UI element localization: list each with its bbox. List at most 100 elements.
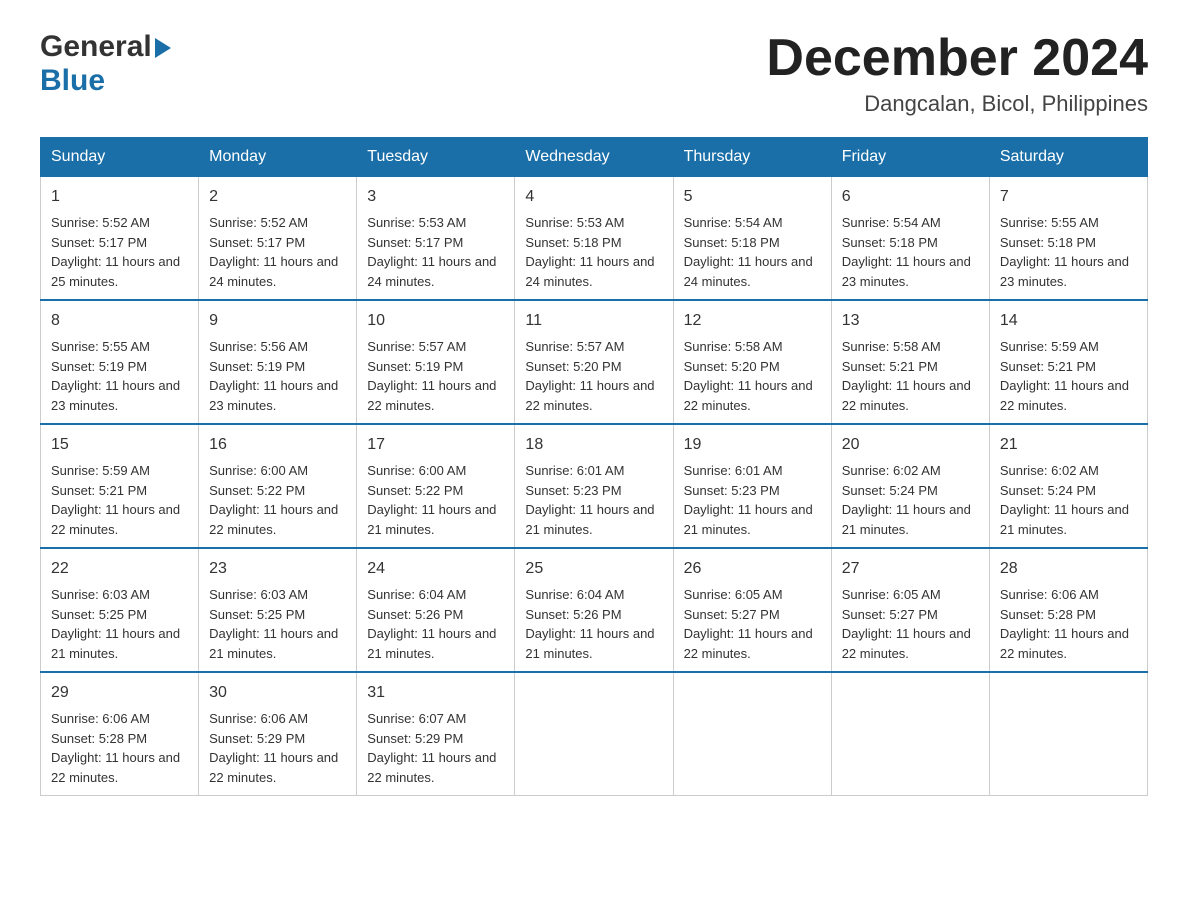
calendar-cell: 14Sunrise: 5:59 AMSunset: 5:21 PMDayligh…	[989, 300, 1147, 424]
calendar-cell: 30Sunrise: 6:06 AMSunset: 5:29 PMDayligh…	[199, 672, 357, 796]
daylight-label: Daylight: 11 hours and 23 minutes.	[51, 378, 180, 413]
daylight-label: Daylight: 11 hours and 21 minutes.	[51, 626, 180, 661]
daylight-label: Daylight: 11 hours and 22 minutes.	[367, 378, 496, 413]
calendar-table: SundayMondayTuesdayWednesdayThursdayFrid…	[40, 137, 1148, 796]
daylight-label: Daylight: 11 hours and 21 minutes.	[1000, 502, 1129, 537]
sunrise-label: Sunrise: 6:02 AM	[1000, 463, 1099, 478]
sunset-label: Sunset: 5:22 PM	[209, 483, 305, 498]
daylight-label: Daylight: 11 hours and 22 minutes.	[842, 626, 971, 661]
calendar-cell: 22Sunrise: 6:03 AMSunset: 5:25 PMDayligh…	[41, 548, 199, 672]
daylight-label: Daylight: 11 hours and 25 minutes.	[51, 254, 180, 289]
daylight-label: Daylight: 11 hours and 22 minutes.	[684, 378, 813, 413]
daylight-label: Daylight: 11 hours and 21 minutes.	[525, 502, 654, 537]
day-header-wednesday: Wednesday	[515, 138, 673, 177]
daylight-label: Daylight: 11 hours and 22 minutes.	[51, 502, 180, 537]
sunset-label: Sunset: 5:29 PM	[209, 731, 305, 746]
sunset-label: Sunset: 5:18 PM	[1000, 235, 1096, 250]
day-number: 24	[367, 557, 504, 581]
calendar-cell: 8 Sunrise: 5:55 AM Sunset: 5:19 PM Daylight…	[41, 300, 199, 424]
sunset-label: Sunset: 5:23 PM	[684, 483, 780, 498]
day-number: 19	[684, 433, 821, 457]
sunset-label: Sunset: 5:19 PM	[51, 359, 147, 374]
sunset-label: Sunset: 5:28 PM	[51, 731, 147, 746]
page-header: General Blue December 2024 Dangcalan, Bi…	[40, 30, 1148, 117]
sunrise-label: Sunrise: 6:06 AM	[1000, 587, 1099, 602]
sunset-label: Sunset: 5:25 PM	[209, 607, 305, 622]
day-number: 21	[1000, 433, 1137, 457]
title-block: December 2024 Dangcalan, Bicol, Philippi…	[766, 30, 1148, 117]
sunrise-label: Sunrise: 6:05 AM	[684, 587, 783, 602]
sunrise-label: Sunrise: 6:04 AM	[525, 587, 624, 602]
day-number: 28	[1000, 557, 1137, 581]
sunrise-label: Sunrise: 6:07 AM	[367, 711, 466, 726]
sunrise-label: Sunrise: 6:05 AM	[842, 587, 941, 602]
sunset-label: Sunset: 5:29 PM	[367, 731, 463, 746]
calendar-cell: 25Sunrise: 6:04 AMSunset: 5:26 PMDayligh…	[515, 548, 673, 672]
sunrise-label: Sunrise: 5:54 AM	[842, 215, 941, 230]
day-number: 12	[684, 309, 821, 333]
logo-blue-text: Blue	[40, 64, 105, 97]
sunrise-label: Sunrise: 5:57 AM	[525, 339, 624, 354]
day-number: 16	[209, 433, 346, 457]
calendar-cell: 19Sunrise: 6:01 AMSunset: 5:23 PMDayligh…	[673, 424, 831, 548]
daylight-label: Daylight: 11 hours and 21 minutes.	[684, 502, 813, 537]
calendar-cell: 12Sunrise: 5:58 AMSunset: 5:20 PMDayligh…	[673, 300, 831, 424]
logo: General Blue	[40, 30, 171, 98]
calendar-cell: 11 Sunrise: 5:57 AM Sunset: 5:20 PM Dayligh…	[515, 300, 673, 424]
sunrise-label: Sunrise: 5:52 AM	[209, 215, 308, 230]
sunset-label: Sunset: 5:26 PM	[525, 607, 621, 622]
day-header-monday: Monday	[199, 138, 357, 177]
calendar-week-row: 15Sunrise: 5:59 AMSunset: 5:21 PMDayligh…	[41, 424, 1148, 548]
sunrise-label: Sunrise: 6:00 AM	[209, 463, 308, 478]
sunset-label: Sunset: 5:19 PM	[209, 359, 305, 374]
sunrise-label: Sunrise: 5:59 AM	[1000, 339, 1099, 354]
sunrise-label: Sunrise: 6:02 AM	[842, 463, 941, 478]
calendar-cell	[515, 672, 673, 796]
calendar-cell: 20Sunrise: 6:02 AMSunset: 5:24 PMDayligh…	[831, 424, 989, 548]
day-number: 5	[684, 185, 821, 209]
day-number: 30	[209, 681, 346, 705]
sunset-label: Sunset: 5:27 PM	[684, 607, 780, 622]
day-number: 13	[842, 309, 979, 333]
day-number: 20	[842, 433, 979, 457]
sunset-label: Sunset: 5:20 PM	[525, 359, 621, 374]
sunrise-label: Sunrise: 5:55 AM	[1000, 215, 1099, 230]
calendar-cell: 7Sunrise: 5:55 AMSunset: 5:18 PMDaylight…	[989, 177, 1147, 301]
sunrise-label: Sunrise: 5:56 AM	[209, 339, 308, 354]
daylight-label: Daylight: 11 hours and 23 minutes.	[842, 254, 971, 289]
sunrise-label: Sunrise: 6:01 AM	[525, 463, 624, 478]
daylight-label: Daylight: 11 hours and 23 minutes.	[1000, 254, 1129, 289]
sunrise-label: Sunrise: 6:04 AM	[367, 587, 466, 602]
day-number: 9	[209, 309, 346, 333]
sunrise-label: Sunrise: 5:58 AM	[684, 339, 783, 354]
sunset-label: Sunset: 5:28 PM	[1000, 607, 1096, 622]
daylight-label: Daylight: 11 hours and 21 minutes.	[209, 626, 338, 661]
day-number: 3	[367, 185, 504, 209]
logo-general-text: General	[40, 30, 152, 64]
calendar-cell: 21Sunrise: 6:02 AMSunset: 5:24 PMDayligh…	[989, 424, 1147, 548]
daylight-label: Daylight: 11 hours and 22 minutes.	[367, 750, 496, 785]
sunrise-label: Sunrise: 6:00 AM	[367, 463, 466, 478]
day-number: 23	[209, 557, 346, 581]
calendar-cell: 26Sunrise: 6:05 AMSunset: 5:27 PMDayligh…	[673, 548, 831, 672]
sunset-label: Sunset: 5:21 PM	[51, 483, 147, 498]
daylight-label: Daylight: 11 hours and 22 minutes.	[684, 626, 813, 661]
calendar-cell	[989, 672, 1147, 796]
day-number: 11	[525, 309, 662, 333]
calendar-cell: 27Sunrise: 6:05 AMSunset: 5:27 PMDayligh…	[831, 548, 989, 672]
day-number: 18	[525, 433, 662, 457]
day-number: 8	[51, 309, 188, 333]
daylight-label: Daylight: 11 hours and 22 minutes.	[209, 750, 338, 785]
sunset-label: Sunset: 5:21 PM	[1000, 359, 1096, 374]
sunrise-label: Sunrise: 5:55 AM	[51, 339, 150, 354]
calendar-cell: 1Sunrise: 5:52 AMSunset: 5:17 PMDaylight…	[41, 177, 199, 301]
sunrise-label: Sunrise: 5:52 AM	[51, 215, 150, 230]
calendar-cell: 5Sunrise: 5:54 AMSunset: 5:18 PMDaylight…	[673, 177, 831, 301]
sunset-label: Sunset: 5:17 PM	[51, 235, 147, 250]
daylight-label: Daylight: 11 hours and 22 minutes.	[1000, 626, 1129, 661]
daylight-label: Daylight: 11 hours and 22 minutes.	[525, 378, 654, 413]
day-number: 14	[1000, 309, 1137, 333]
sunset-label: Sunset: 5:17 PM	[367, 235, 463, 250]
daylight-label: Daylight: 11 hours and 22 minutes.	[209, 502, 338, 537]
calendar-cell: 13Sunrise: 5:58 AMSunset: 5:21 PMDayligh…	[831, 300, 989, 424]
